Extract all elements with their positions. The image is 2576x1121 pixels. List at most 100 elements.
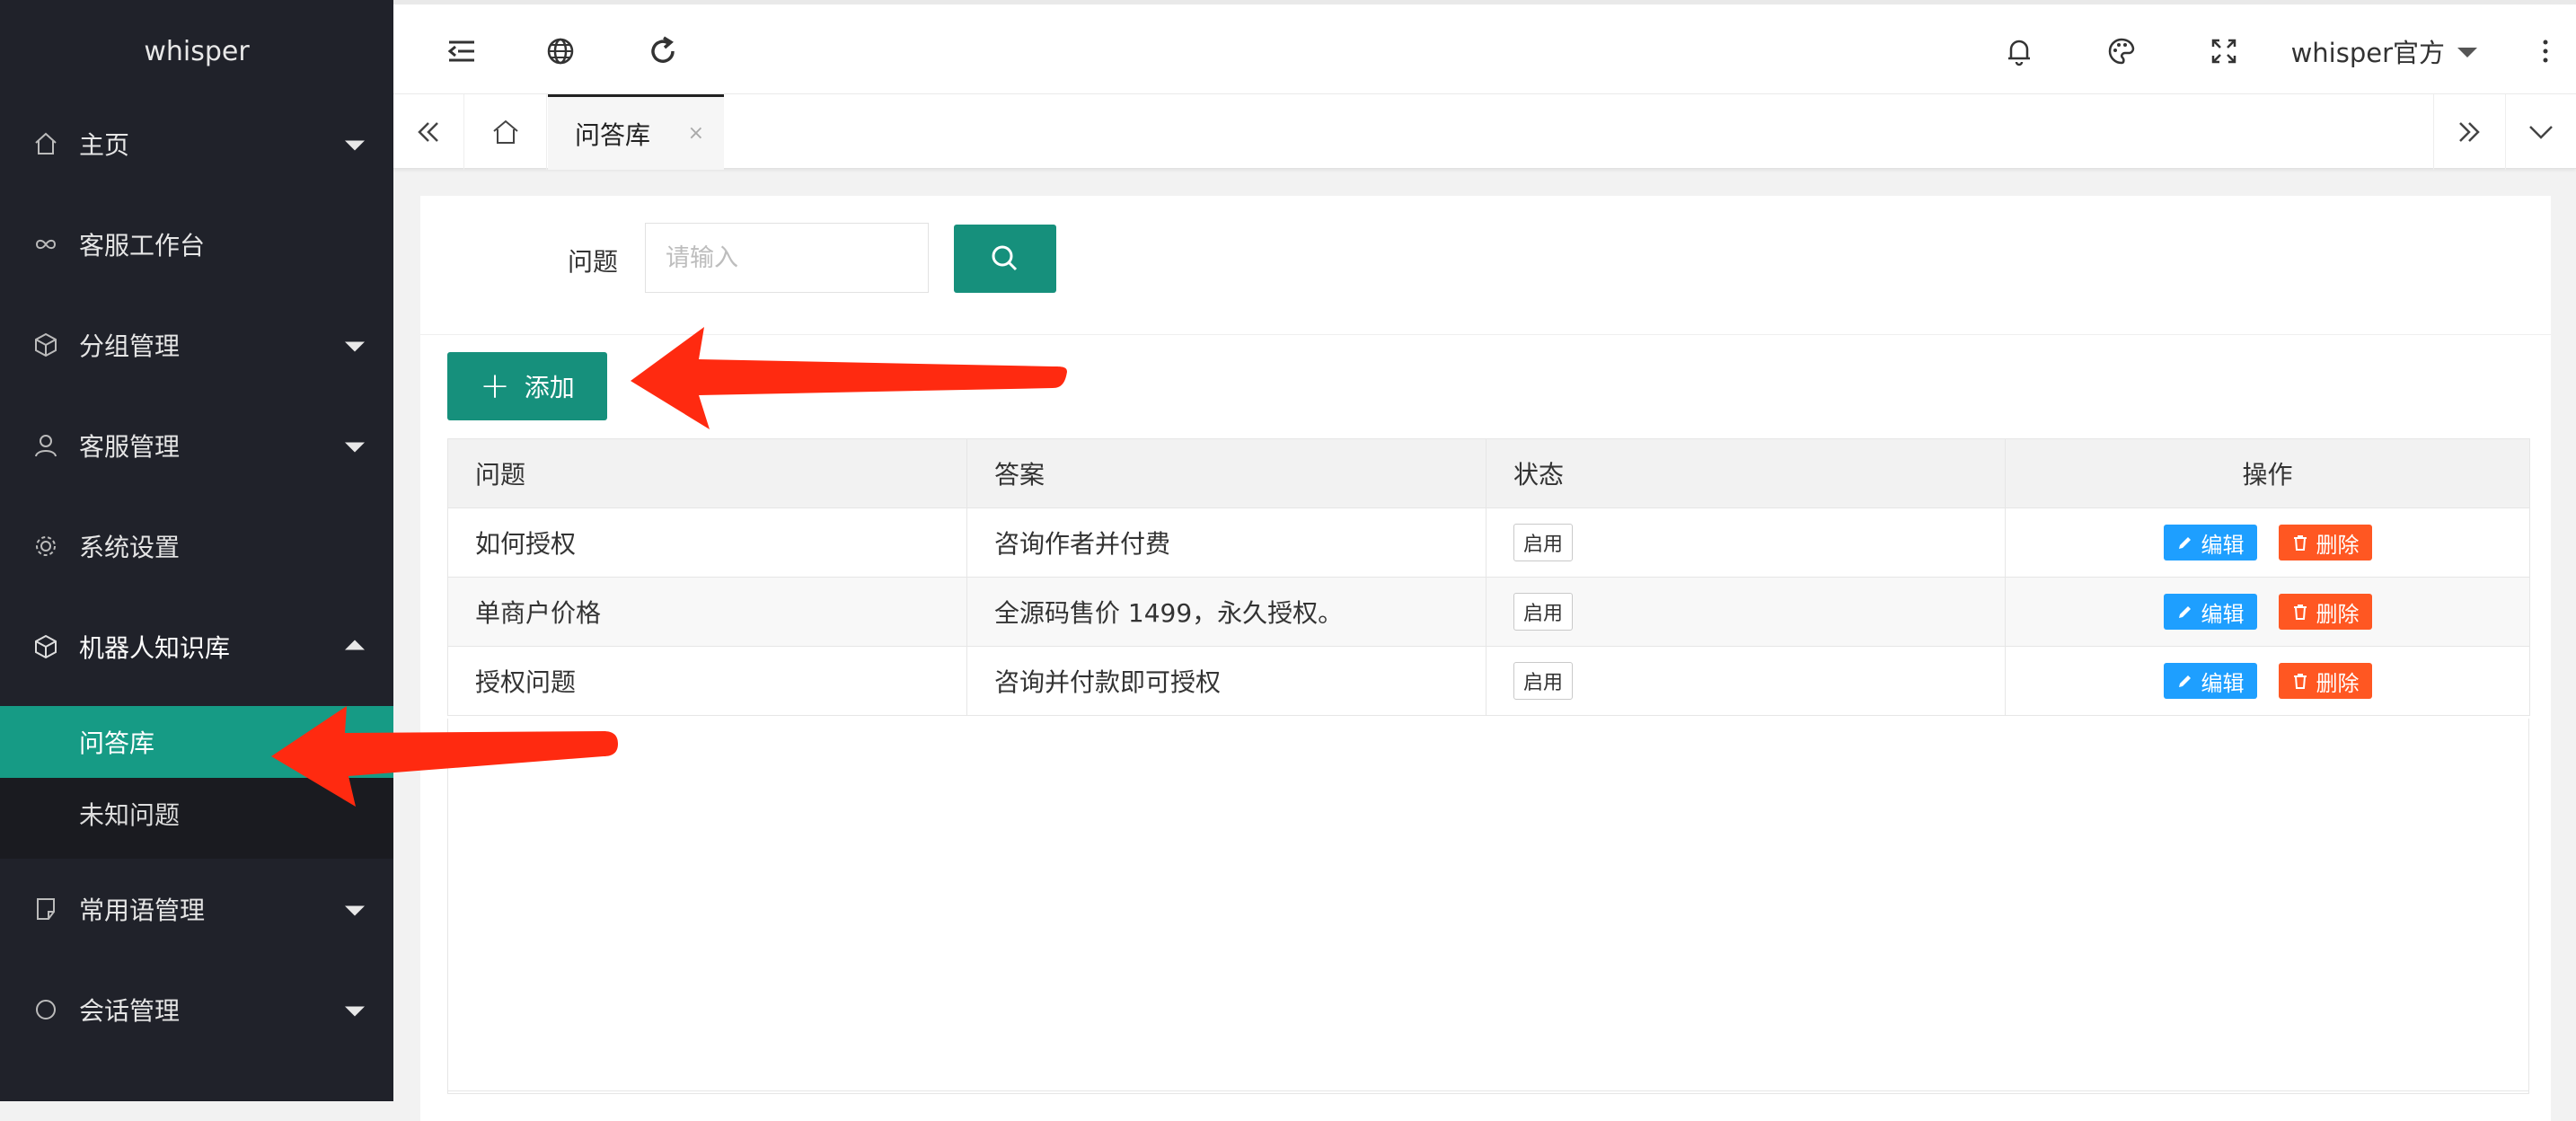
globe-icon[interactable] xyxy=(544,35,577,67)
sidebar: whisper 主页 客服工作台 分组管理 客服管理 系统设置 机器人知识库 问… xyxy=(0,0,393,1101)
search-label: 问题 xyxy=(568,247,619,277)
sidebar-item-robot-kb[interactable]: 机器人知识库 xyxy=(0,596,393,697)
column-header-actions: 操作 xyxy=(2005,438,2530,508)
sidebar-subitem-qa-library[interactable]: 问答库 xyxy=(0,706,393,778)
more-vertical-icon[interactable] xyxy=(2529,35,2562,67)
chevron-down-icon xyxy=(345,140,365,151)
table-row: 单商户价格 全源码售价 1499，永久授权。 启用 编辑 删除 xyxy=(447,577,2530,647)
cell-status: 启用 xyxy=(1486,646,2006,716)
delete-label: 删除 xyxy=(2316,601,2360,627)
cell-actions: 编辑 删除 xyxy=(2005,508,2530,578)
sidebar-item-home[interactable]: 主页 xyxy=(0,93,393,194)
sidebar-item-settings[interactable]: 系统设置 xyxy=(0,496,393,596)
edit-label: 编辑 xyxy=(2201,532,2245,558)
status-toggle[interactable]: 启用 xyxy=(1513,662,1574,700)
sidebar-item-label: 机器人知识库 xyxy=(79,633,231,663)
cell-actions: 编辑 删除 xyxy=(2005,577,2530,647)
pencil-icon xyxy=(2178,675,2191,687)
top-header: whisper官方 xyxy=(393,0,2576,93)
search-form: 问题 xyxy=(420,196,2551,335)
tab-bar: 问答库 × xyxy=(393,93,2576,170)
chevron-down-icon xyxy=(345,905,365,916)
fullscreen-icon[interactable] xyxy=(2208,35,2240,67)
cell-question: 单商户价格 xyxy=(447,577,967,647)
sidebar-item-label: 分组管理 xyxy=(79,331,181,361)
trash-icon xyxy=(2293,535,2307,551)
shrink-menu-icon[interactable] xyxy=(446,35,478,67)
edit-button[interactable]: 编辑 xyxy=(2163,594,2257,630)
column-header-answer[interactable]: 答案 xyxy=(966,438,1486,508)
status-toggle[interactable]: 启用 xyxy=(1513,524,1574,561)
edit-label: 编辑 xyxy=(2201,670,2245,696)
edit-button[interactable]: 编辑 xyxy=(2163,663,2257,699)
tabs-scroll-left-button[interactable] xyxy=(393,94,464,170)
tabs-menu-button[interactable] xyxy=(2505,94,2576,170)
circle-icon xyxy=(36,1000,56,1019)
cube-icon xyxy=(35,332,57,357)
home-icon xyxy=(35,132,57,154)
trash-icon xyxy=(2293,605,2307,620)
sidebar-item-groups[interactable]: 分组管理 xyxy=(0,295,393,395)
sidebar-item-label: 主页 xyxy=(79,130,130,160)
status-toggle[interactable]: 启用 xyxy=(1513,593,1574,631)
tab-label: 问答库 xyxy=(575,119,651,150)
user-name: whisper官方 xyxy=(2290,38,2445,68)
sidebar-item-label: 常用语管理 xyxy=(79,896,206,925)
search-icon xyxy=(992,245,1018,271)
pencil-icon xyxy=(2178,537,2191,549)
search-button[interactable] xyxy=(954,225,1056,293)
sidebar-subitem-label: 未知问题 xyxy=(79,800,181,830)
delete-label: 删除 xyxy=(2316,670,2360,696)
sidebar-item-sessions[interactable]: 会话管理 xyxy=(0,959,393,1060)
palette-icon[interactable] xyxy=(2105,35,2138,67)
table-footer-divider xyxy=(447,1090,2529,1091)
content-card: 问题 + 添加 问题 答案 状态 操作 如何授权 咨询作者并付费 启用 编辑删除 xyxy=(420,196,2551,1121)
edit-button[interactable]: 编辑 xyxy=(2163,525,2257,560)
cell-status: 启用 xyxy=(1486,577,2006,647)
tab-qa-library[interactable]: 问答库 × xyxy=(548,94,724,170)
delete-button[interactable]: 删除 xyxy=(2278,525,2372,560)
chevron-down-icon xyxy=(345,1006,365,1017)
refresh-icon[interactable] xyxy=(647,35,679,67)
pencil-icon xyxy=(2178,606,2191,618)
add-button-label: 添加 xyxy=(524,373,575,402)
sidebar-item-label: 客服工作台 xyxy=(79,231,206,260)
double-chevron-right-icon xyxy=(2459,122,2480,142)
close-icon[interactable]: × xyxy=(688,122,704,145)
app-logo[interactable]: whisper xyxy=(0,0,393,102)
sidebar-item-workbench[interactable]: 客服工作台 xyxy=(0,194,393,295)
cell-question: 授权问题 xyxy=(447,646,967,716)
column-header-status[interactable]: 状态 xyxy=(1486,438,2006,508)
chevron-down-icon xyxy=(2529,126,2553,139)
sidebar-subitem-unknown-questions[interactable]: 未知问题 xyxy=(0,778,393,850)
sidebar-item-agents[interactable]: 客服管理 xyxy=(0,395,393,496)
user-menu[interactable]: whisper官方 xyxy=(2291,4,2477,98)
sidebar-item-label: 会话管理 xyxy=(79,996,181,1026)
plus-icon: + xyxy=(480,366,510,407)
infinity-icon xyxy=(35,239,57,250)
trash-icon xyxy=(2293,674,2307,689)
search-input[interactable] xyxy=(645,223,929,293)
delete-button[interactable]: 删除 xyxy=(2278,594,2372,630)
delete-label: 删除 xyxy=(2316,532,2360,558)
delete-button[interactable]: 删除 xyxy=(2278,663,2372,699)
qa-table: 问题 答案 状态 操作 如何授权 咨询作者并付费 启用 编辑 删除 单商户价格 全… xyxy=(447,438,2530,716)
table-row: 授权问题 咨询并付款即可授权 启用 编辑 删除 xyxy=(447,646,2530,716)
bell-icon[interactable] xyxy=(2003,35,2035,67)
sidebar-item-label: 系统设置 xyxy=(79,533,181,562)
table-row: 如何授权 咨询作者并付费 启用 编辑 删除 xyxy=(447,508,2530,578)
cell-status: 启用 xyxy=(1486,508,2006,578)
tabs-scroll-right-button[interactable] xyxy=(2433,94,2504,170)
sidebar-item-phrases[interactable]: 常用语管理 xyxy=(0,859,393,959)
double-chevron-left-icon xyxy=(418,122,438,142)
sidebar-subitem-label: 问答库 xyxy=(79,728,155,758)
column-header-question[interactable]: 问题 xyxy=(447,438,967,508)
add-button[interactable]: + 添加 xyxy=(447,352,607,420)
chevron-down-icon xyxy=(345,341,365,352)
sidebar-item-label: 客服管理 xyxy=(79,432,181,462)
tab-home[interactable] xyxy=(465,94,547,170)
table-empty-area xyxy=(447,719,2529,1094)
cell-answer: 咨询并付款即可授权 xyxy=(966,646,1486,716)
cell-answer: 全源码售价 1499，永久授权。 xyxy=(966,577,1486,647)
robot-kb-submenu: 问答库 未知问题 xyxy=(0,706,393,859)
